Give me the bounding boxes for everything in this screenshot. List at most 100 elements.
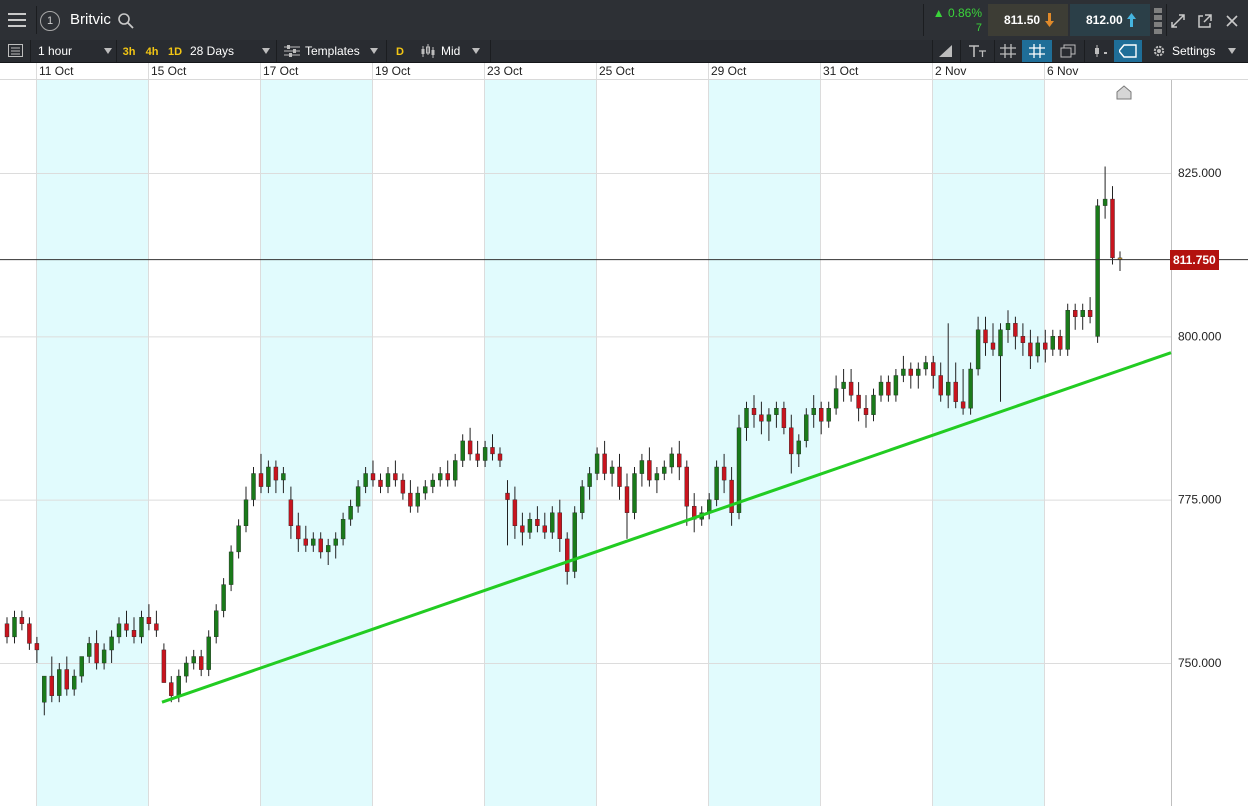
range-select[interactable]: 28 Days: [186, 40, 274, 62]
candle-body: [12, 617, 17, 638]
change-indicator: ▲ 0.86% 7: [926, 5, 986, 37]
popout-icon[interactable]: [1197, 13, 1213, 29]
candle-body: [490, 447, 495, 455]
price-chart[interactable]: 825.000 800.000 775.000 750.000 811.750: [0, 80, 1248, 806]
templates-button[interactable]: Templates: [278, 40, 384, 62]
candle-body: [266, 466, 271, 487]
price-tag-toggle[interactable]: [1114, 40, 1142, 62]
quick-interval-1d[interactable]: 1D: [164, 40, 186, 62]
candle-body: [677, 453, 682, 468]
candlestick-chart[interactable]: 825.000 800.000 775.000 750.000: [0, 80, 1248, 806]
expand-icon[interactable]: [1170, 13, 1186, 29]
windows-icon[interactable]: [1060, 44, 1076, 58]
candle-body: [243, 499, 249, 527]
candle-body: [400, 479, 406, 494]
candle-body: [340, 519, 346, 540]
candle-body: [729, 479, 734, 514]
candle-body: [251, 473, 256, 500]
crosshair-toggle[interactable]: [1022, 40, 1052, 62]
candle-body: [19, 617, 25, 624]
candle-body: [632, 473, 637, 513]
quick-interval-3h[interactable]: 3h: [118, 40, 140, 62]
y-tick-label: 800.000: [1178, 329, 1222, 343]
day-band: [708, 80, 820, 806]
quick-interval-3h-label: 3h: [122, 46, 136, 58]
candle-body: [64, 669, 70, 690]
quantity-stepper-icon[interactable]: [1153, 6, 1163, 34]
interval-value: 1 hour: [38, 44, 73, 58]
x-tick-mark: [1044, 63, 1045, 79]
x-tick-label: 17 Oct: [263, 64, 299, 78]
buy-button[interactable]: 812.00: [1070, 4, 1150, 36]
candle-body: [430, 479, 435, 487]
candle-body: [960, 401, 966, 409]
candle-body: [617, 466, 622, 487]
candle-body: [109, 636, 114, 651]
draw-line-icon[interactable]: [938, 44, 954, 58]
candle-body: [1028, 342, 1033, 357]
price-type-select[interactable]: Mid: [414, 40, 490, 62]
templates-label: Templates: [305, 44, 360, 58]
settings-button[interactable]: Settings: [1170, 40, 1240, 62]
candle-body: [34, 643, 40, 651]
instrument-name[interactable]: Britvic: [70, 0, 111, 40]
list-icon[interactable]: [8, 44, 24, 58]
sell-button[interactable]: 811.50: [988, 4, 1068, 36]
y-tick-label: 750.000: [1178, 656, 1222, 670]
candle-body: [811, 408, 816, 415]
x-tick-label: 25 Oct: [599, 64, 635, 78]
close-icon[interactable]: [1225, 14, 1239, 28]
candle-body: [781, 408, 787, 429]
hamburger-menu-icon[interactable]: [8, 13, 28, 27]
candle-body: [1057, 336, 1063, 350]
range-value: 28 Days: [190, 44, 235, 58]
x-tick-mark: [484, 63, 485, 79]
candle-body: [1102, 198, 1108, 206]
candle-body: [789, 427, 794, 455]
candle-body: [983, 329, 988, 344]
candle-body: [131, 630, 137, 637]
candle-body: [863, 408, 869, 415]
candle-body: [348, 506, 353, 520]
x-tick-mark: [36, 63, 37, 79]
candle-body: [886, 381, 891, 396]
text-tool-icon[interactable]: [968, 43, 988, 59]
candle-body: [594, 453, 600, 474]
candle-body: [796, 440, 801, 455]
candle-body: [363, 473, 368, 487]
x-tick-mark: [820, 63, 821, 79]
candle-body: [512, 499, 518, 527]
settings-label: Settings: [1172, 44, 1216, 58]
quick-interval-4h[interactable]: 4h: [141, 40, 163, 62]
sliders-icon: [284, 45, 300, 57]
candle-body: [669, 453, 674, 468]
step-number-icon[interactable]: 1: [40, 11, 60, 31]
d-button[interactable]: D: [390, 40, 410, 62]
d-label: D: [396, 46, 404, 58]
quick-interval-1d-label: 1D: [167, 46, 183, 58]
candle-body: [1080, 309, 1085, 317]
search-icon[interactable]: [118, 13, 134, 29]
grid-icon[interactable]: [1000, 44, 1016, 58]
gear-icon[interactable]: [1152, 44, 1166, 58]
candle-body: [273, 466, 279, 481]
candle-body: [1087, 309, 1093, 317]
candle-body: [288, 499, 294, 527]
candle-body: [385, 473, 391, 487]
candle-body: [751, 408, 757, 415]
crosshair-grid-icon: [1029, 44, 1045, 58]
x-tick-label: 15 Oct: [151, 64, 187, 78]
x-tick-label: 31 Oct: [823, 64, 859, 78]
candle-body: [333, 538, 338, 546]
candle-body: [139, 617, 144, 638]
current-price-tag: 811.750: [1170, 249, 1219, 270]
interval-select[interactable]: 1 hour: [32, 40, 114, 62]
quick-interval-4h-label: 4h: [145, 46, 159, 58]
indicator-icon[interactable]: [1092, 44, 1108, 58]
candle-body: [49, 675, 54, 696]
candle-body: [27, 623, 32, 644]
candle-body: [161, 649, 167, 683]
candles-icon: [421, 44, 435, 58]
candle-body: [774, 408, 779, 415]
candle-body: [557, 512, 562, 540]
